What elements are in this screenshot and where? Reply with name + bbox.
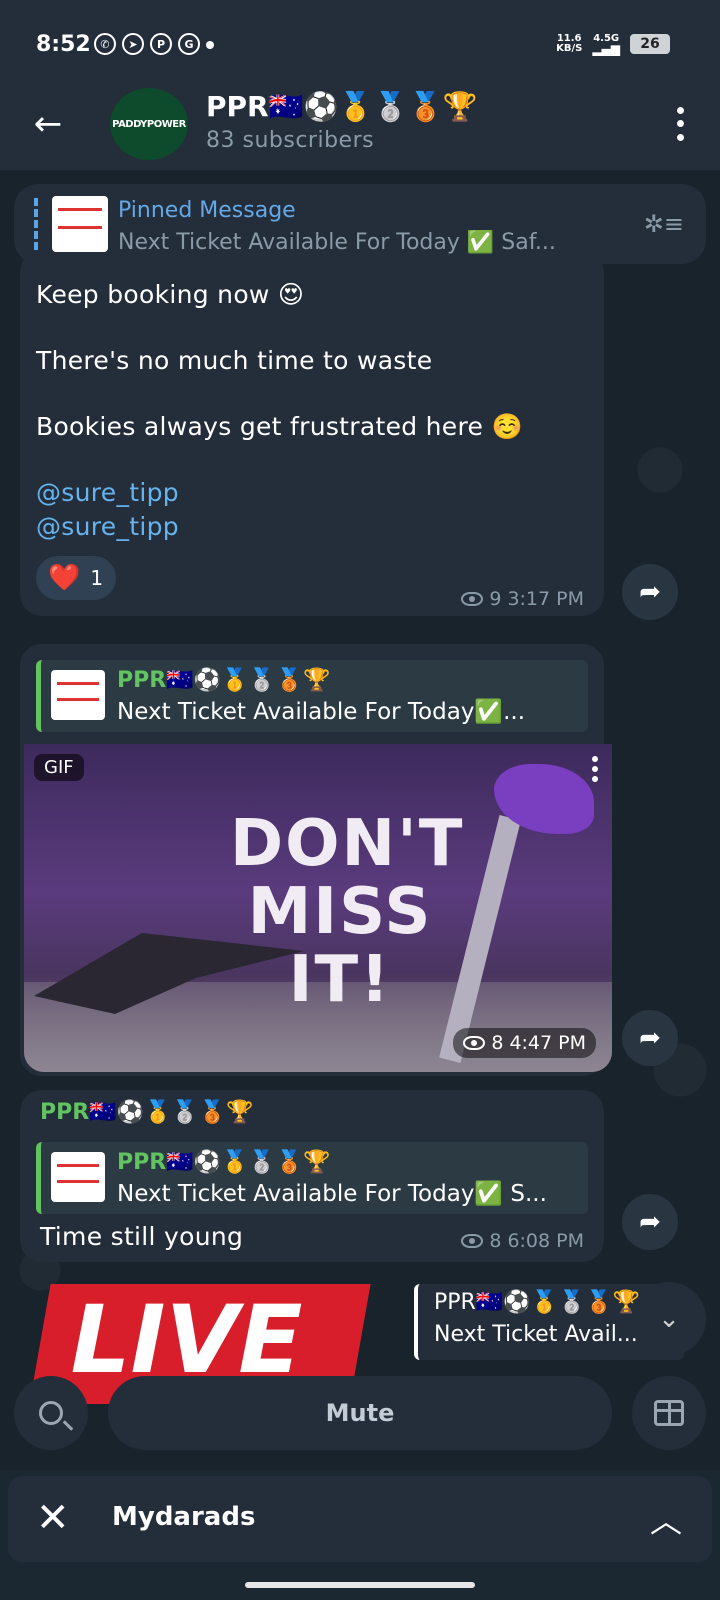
close-icon[interactable]: ✕	[36, 1496, 70, 1540]
message-line: Keep booking now 😍	[36, 280, 305, 309]
gift-button[interactable]	[632, 1376, 706, 1450]
pinned-list-icon[interactable]: ✲≡	[644, 210, 684, 238]
message-bubble: PPR🇦🇺⚽🥇🥈🥉🏆 PPR🇦🇺⚽🥇🥈🥉🏆 Next Ticket Availa…	[20, 1090, 604, 1262]
signal-icon: 4.5G ▂▄▆	[592, 33, 620, 56]
mute-button[interactable]: Mute	[108, 1376, 612, 1450]
chat-header: ← PADDYPOWER PPR🇦🇺⚽🥇🥈🥉🏆 83 subscribers	[0, 88, 720, 170]
forward-icon[interactable]: ➦	[622, 1010, 678, 1066]
reaction-count: 1	[90, 566, 104, 590]
g-app-icon: G	[178, 33, 200, 55]
chevron-up-icon[interactable]: ︿	[650, 1496, 682, 1542]
forward-icon[interactable]: ➦	[622, 564, 678, 620]
net-speed: 11.6 KB/S	[556, 34, 582, 54]
username-link[interactable]: @sure_tipp	[36, 510, 596, 544]
reply-preview[interactable]: PPR🇦🇺⚽🥇🥈🥉🏆 Next Ticket Available For Tod…	[36, 1142, 588, 1214]
notification-icons: ✆ ➤ P G	[94, 33, 214, 55]
channel-title[interactable]: PPR🇦🇺⚽🥇🥈🥉🏆	[206, 90, 478, 123]
status-time: 8:52	[36, 32, 91, 57]
reply-preview[interactable]: PPR🇦🇺⚽🥇🥈🥉🏆 Next Ticket Available For Tod…	[36, 660, 588, 732]
forward-icon[interactable]: ➦	[622, 1194, 678, 1250]
pinned-title: Pinned Message	[118, 198, 296, 223]
whatsapp-icon: ✆	[94, 33, 116, 55]
paddypower-icon: P	[150, 33, 172, 55]
subscriber-count: 83 subscribers	[206, 128, 375, 153]
reply-thumbnail	[51, 670, 105, 720]
status-bar: 8:52 ✆ ➤ P G 11.6 KB/S 4.5G ▂▄▆ 26	[0, 0, 720, 88]
view-count: 8	[491, 1032, 504, 1054]
search-button[interactable]	[14, 1376, 88, 1450]
message-bubble: Keep booking now 😍 There's no much time …	[20, 250, 604, 616]
telegram-icon: ➤	[122, 33, 144, 55]
pinned-message-bar[interactable]: Pinned Message Next Ticket Available For…	[14, 184, 706, 264]
reply-text: Next Ticket Avail...	[434, 1322, 638, 1347]
message-sender[interactable]: PPR🇦🇺⚽🥇🥈🥉🏆	[40, 1100, 254, 1125]
more-notifications-dot	[206, 41, 214, 49]
pinned-text: Next Ticket Available For Today ✅ Saf...	[118, 230, 556, 255]
home-indicator[interactable]	[245, 1582, 475, 1588]
ad-label: Mydarads	[112, 1502, 256, 1532]
status-right: 11.6 KB/S 4.5G ▂▄▆ 26	[556, 33, 670, 56]
channel-avatar[interactable]: PADDYPOWER	[110, 88, 188, 160]
more-options-icon[interactable]	[670, 104, 690, 144]
views-eye-icon	[461, 1234, 484, 1248]
telegram-channel-screen: 8:52 ✆ ➤ P G 11.6 KB/S 4.5G ▂▄▆ 26 ← PAD…	[0, 0, 720, 1600]
views-eye-icon	[463, 1036, 486, 1050]
message-time: 4:47 PM	[509, 1032, 586, 1054]
username-link[interactable]: @sure_tipp	[36, 476, 596, 510]
battery-icon: 26	[630, 34, 670, 54]
message-text: Time still young	[40, 1222, 244, 1251]
view-count: 8	[489, 1230, 502, 1252]
gif-badge: GIF	[34, 754, 84, 781]
reply-sender: PPR🇦🇺⚽🥇🥈🥉🏆	[434, 1290, 641, 1315]
message-meta: 8 6:08 PM	[461, 1230, 584, 1252]
view-count: 9	[489, 588, 502, 610]
views-eye-icon	[461, 592, 484, 606]
scroll-down-chevron-icon[interactable]: ⌄	[632, 1282, 706, 1356]
message-meta: 8 4:47 PM	[453, 1028, 596, 1058]
reply-thumbnail	[51, 1152, 105, 1202]
reply-sender: PPR🇦🇺⚽🥇🥈🥉🏆	[117, 1150, 331, 1175]
heart-icon: ❤️	[48, 563, 81, 593]
reaction-chip[interactable]: ❤️ 1	[36, 556, 116, 600]
gif-more-icon[interactable]	[592, 756, 598, 782]
reply-text: Next Ticket Available For Today✅...	[117, 699, 526, 725]
reply-sender: PPR🇦🇺⚽🥇🥈🥉🏆	[117, 668, 331, 693]
ad-bar[interactable]: ✕ Mydarads ︿	[8, 1476, 712, 1562]
gif-headline: DON'T MISS IT!	[230, 807, 465, 1017]
message-line: Bookies always get frustrated here ☺️	[36, 412, 523, 441]
gif-media[interactable]: DON'T MISS IT! GIF 8 4:47 PM	[24, 744, 612, 1072]
reply-text: Next Ticket Available For Today✅ S...	[117, 1181, 547, 1207]
message-text: Keep booking now 😍 There's no much time …	[36, 278, 596, 544]
search-icon	[39, 1401, 63, 1425]
message-meta: 9 3:17 PM	[461, 588, 584, 610]
message-time: 3:17 PM	[507, 588, 584, 610]
net-speed-unit: KB/S	[556, 43, 583, 54]
gift-icon	[654, 1400, 684, 1426]
back-arrow-icon[interactable]: ←	[28, 104, 68, 144]
pinned-thumbnail	[52, 196, 108, 252]
message-line: There's no much time to waste	[36, 346, 433, 375]
pin-indicator	[34, 198, 38, 250]
message-time: 6:08 PM	[507, 1230, 584, 1252]
